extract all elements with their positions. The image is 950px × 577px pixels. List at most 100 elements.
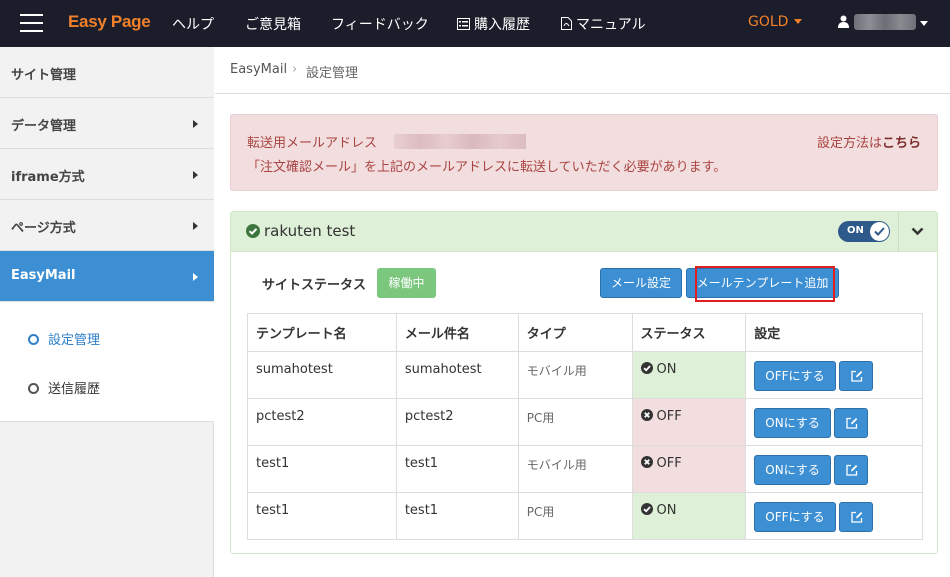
template-type: モバイル用 (517, 351, 633, 399)
user-icon (838, 15, 849, 28)
sidebar-submenu: 設定管理 送信履歴 (0, 302, 214, 422)
sidebar-item-label: データ管理 (11, 119, 77, 134)
table-row: test1 test1 モバイル用 OFF ONにする (247, 445, 923, 493)
table-header-row: テンプレート名 メール件名 タイプ ステータス 設定 (247, 313, 923, 352)
edit-button[interactable] (833, 455, 868, 485)
nav-feedback[interactable]: フィードバック (331, 14, 429, 34)
brand-logo[interactable]: Easy Page (68, 12, 151, 32)
x-circle-icon (640, 456, 653, 468)
chevron-right-icon (193, 222, 198, 230)
alert-message: 「注文確認メール」を上記のメールアドレスに転送していただく必要があります。 (247, 160, 727, 175)
template-type: PC用 (517, 492, 633, 540)
status-toggle-button[interactable]: OFFにする (754, 502, 836, 532)
status-text: ON (656, 503, 677, 518)
breadcrumb-separator-icon: › (292, 62, 298, 77)
template-name: sumahotest (247, 351, 397, 399)
panel-header: rakuten test ON (231, 212, 937, 252)
sidebar-item-iframe[interactable]: iframe方式 (0, 149, 214, 200)
edit-button[interactable] (838, 502, 873, 532)
check-circle-icon (640, 503, 653, 515)
list-icon (457, 18, 470, 30)
settings-cell: ONにする (745, 398, 923, 446)
submenu-item-label: 設定管理 (48, 333, 101, 348)
caret-down-icon (920, 21, 928, 26)
edit-icon (851, 511, 862, 523)
template-name: test1 (247, 492, 397, 540)
settings-cell: ONにする (745, 445, 923, 493)
howto-link[interactable]: こちら (882, 136, 921, 151)
toggle-knob (870, 222, 889, 241)
edit-button[interactable] (833, 408, 868, 438)
edit-button[interactable] (838, 361, 873, 391)
site-status-label: サイトステータス (262, 278, 367, 293)
check-circle-icon (640, 362, 653, 374)
site-on-toggle[interactable]: ON (838, 221, 890, 242)
sidebar-item-easymail[interactable]: EasyMail (0, 251, 214, 302)
submenu-item-settings[interactable]: 設定管理 (28, 329, 100, 348)
breadcrumb-current: 設定管理 (306, 66, 359, 81)
nav-purchase-history[interactable]: 購入履歴 (457, 14, 530, 34)
edit-icon (846, 417, 858, 429)
template-name: test1 (247, 445, 397, 493)
status-badge: 稼働中 (377, 268, 436, 298)
alert-howto: 設定方法はこちら (817, 132, 921, 151)
nav-manual-label: マニュアル (576, 17, 646, 33)
settings-cell: OFFにする (745, 492, 923, 540)
edit-icon (851, 370, 862, 382)
submenu-item-send-history[interactable]: 送信履歴 (28, 378, 100, 397)
forwarding-alert: 転送用メールアドレス 設定方法はこちら 「注文確認メール」を上記のメールアドレス… (230, 114, 938, 191)
howto-prefix: 設定方法は (816, 136, 882, 151)
toggle-label: ON (847, 225, 864, 236)
mail-subject: test1 (395, 492, 519, 540)
check-icon (874, 227, 885, 236)
nav-help[interactable]: ヘルプ (172, 14, 214, 34)
status-text: OFF (656, 456, 682, 471)
status-cell: OFF (631, 445, 747, 493)
plan-dropdown[interactable]: GOLD (748, 14, 803, 30)
table-row: pctest2 pctest2 PC用 OFF ONにする (247, 398, 923, 446)
status-toggle-button[interactable]: OFFにする (754, 361, 836, 391)
table-row: test1 test1 PC用 ON OFFにする (247, 492, 923, 540)
sidebar-item-page[interactable]: ページ方式 (0, 200, 214, 251)
status-cell: OFF (631, 398, 747, 446)
status-text: OFF (656, 409, 682, 424)
nav-manual[interactable]: マニュアル (561, 14, 646, 34)
mail-setting-button[interactable]: メール設定 (600, 268, 682, 298)
caret-down-icon (794, 19, 803, 24)
plan-label: GOLD (748, 14, 789, 30)
highlight-box (695, 266, 835, 302)
hamburger-menu-icon[interactable] (20, 14, 43, 32)
chevron-right-icon (193, 120, 198, 128)
column-header: テンプレート名 (247, 313, 397, 352)
username-redacted (854, 14, 916, 30)
mail-subject: sumahotest (395, 351, 519, 399)
sidebar-item-label: EasyMail (11, 268, 76, 283)
sidebar-item-label: サイト管理 (11, 68, 77, 83)
nav-feedback-box[interactable]: ご意見箱 (245, 14, 301, 34)
sidebar-item-label: iframe方式 (11, 170, 85, 185)
sidebar-item-site-management[interactable]: サイト管理 (0, 47, 214, 98)
column-header: タイプ (517, 313, 633, 352)
template-name: pctest2 (247, 398, 397, 446)
status-toggle-button[interactable]: ONにする (754, 408, 831, 438)
mail-subject: pctest2 (395, 398, 519, 446)
circle-icon (28, 383, 39, 394)
top-navbar: Easy Page ヘルプ ご意見箱 フィードバック 購入履歴 マニュアル GO… (0, 0, 950, 47)
settings-cell: OFFにする (745, 351, 923, 399)
template-type: モバイル用 (517, 445, 633, 493)
sidebar-item-label: ページ方式 (11, 221, 76, 236)
sidebar-item-data-management[interactable]: データ管理 (0, 98, 214, 149)
sidebar: サイト管理 データ管理 iframe方式 ページ方式 EasyMail 設定管理… (0, 47, 214, 577)
template-table: テンプレート名 メール件名 タイプ ステータス 設定 sumahotest su… (247, 313, 923, 540)
breadcrumb: EasyMail › 設定管理 (215, 47, 950, 94)
column-header: メール件名 (395, 313, 519, 352)
email-address-redacted (394, 134, 526, 149)
status-cell: ON (631, 351, 747, 399)
alert-address-label: 転送用メールアドレス (247, 136, 378, 151)
panel-title: rakuten test (264, 222, 356, 240)
chevron-right-icon (193, 171, 198, 179)
breadcrumb-root[interactable]: EasyMail (230, 62, 287, 77)
check-circle-icon (246, 224, 260, 238)
chevron-down-icon[interactable] (911, 227, 924, 236)
status-toggle-button[interactable]: ONにする (754, 455, 831, 485)
